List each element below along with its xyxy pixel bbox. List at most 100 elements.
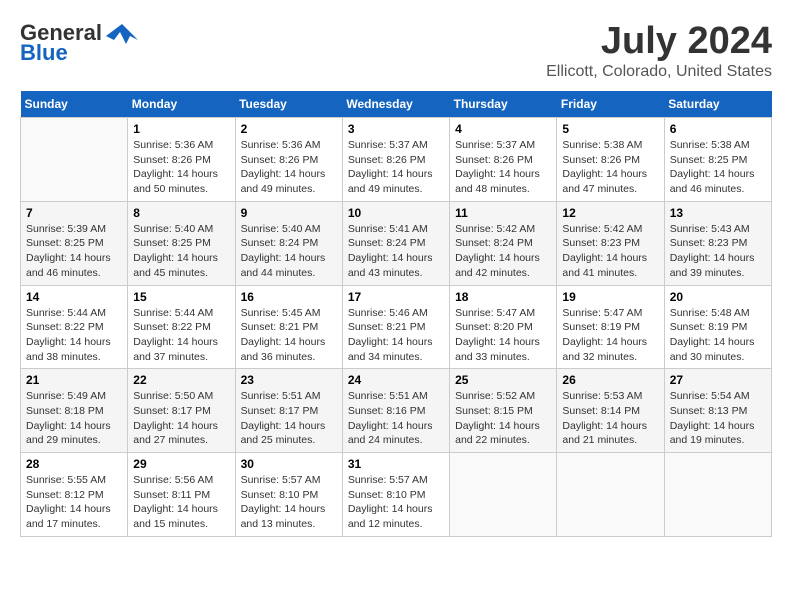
header-sunday: Sunday <box>21 91 128 118</box>
day-number: 8 <box>133 206 229 220</box>
day-number: 21 <box>26 373 122 387</box>
calendar-cell: 8 Sunrise: 5:40 AM Sunset: 8:25 PM Daylig… <box>128 201 235 285</box>
header-wednesday: Wednesday <box>342 91 449 118</box>
calendar-cell: 25Sunrise: 5:52 AM Sunset: 8:15 PM Dayli… <box>450 369 557 453</box>
day-number: 15 <box>133 290 229 304</box>
calendar-cell: 12 Sunrise: 5:42 AM Sunset: 8:23 PM Dayli… <box>557 201 664 285</box>
day-number: 6 <box>670 122 766 136</box>
calendar-cell: 15 Sunrise: 5:44 AM Sunset: 8:22 PM Dayli… <box>128 285 235 369</box>
day-info: Sunrise: 5:40 AM Sunset: 8:25 PM Dayligh… <box>133 222 229 281</box>
calendar-cell: 11 Sunrise: 5:42 AM Sunset: 8:24 PM Dayli… <box>450 201 557 285</box>
calendar-cell: 16Sunrise: 5:45 AM Sunset: 8:21 PM Dayli… <box>235 285 342 369</box>
calendar-cell: 24Sunrise: 5:51 AM Sunset: 8:16 PM Dayli… <box>342 369 449 453</box>
day-number: 10 <box>348 206 444 220</box>
day-number: 5 <box>562 122 658 136</box>
day-info: Sunrise: 5:36 AM Sunset: 8:26 PM Dayligh… <box>133 138 229 197</box>
day-number: 27 <box>670 373 766 387</box>
day-info: Sunrise: 5:54 AM Sunset: 8:13 PM Dayligh… <box>670 389 766 448</box>
day-info: Sunrise: 5:55 AM Sunset: 8:12 PM Dayligh… <box>26 473 122 532</box>
calendar-cell: 17 Sunrise: 5:46 AM Sunset: 8:21 PM Dayli… <box>342 285 449 369</box>
day-info: Sunrise: 5:38 AM Sunset: 8:25 PM Dayligh… <box>670 138 766 197</box>
calendar-cell: 6 Sunrise: 5:38 AM Sunset: 8:25 PM Daylig… <box>664 118 771 202</box>
day-info: Sunrise: 5:51 AM Sunset: 8:17 PM Dayligh… <box>241 389 337 448</box>
day-number: 13 <box>670 206 766 220</box>
day-info: Sunrise: 5:46 AM Sunset: 8:21 PM Dayligh… <box>348 306 444 365</box>
logo-text-blue: Blue <box>20 40 68 66</box>
day-number: 24 <box>348 373 444 387</box>
day-info: Sunrise: 5:44 AM Sunset: 8:22 PM Dayligh… <box>133 306 229 365</box>
day-number: 9 <box>241 206 337 220</box>
calendar-cell <box>664 453 771 537</box>
header-tuesday: Tuesday <box>235 91 342 118</box>
day-info: Sunrise: 5:57 AM Sunset: 8:10 PM Dayligh… <box>348 473 444 532</box>
calendar-week-row: 14Sunrise: 5:44 AM Sunset: 8:22 PM Dayli… <box>21 285 772 369</box>
calendar-cell: 21 Sunrise: 5:49 AM Sunset: 8:18 PM Dayli… <box>21 369 128 453</box>
calendar-week-row: 7 Sunrise: 5:39 AM Sunset: 8:25 PM Daylig… <box>21 201 772 285</box>
calendar-cell: 29Sunrise: 5:56 AM Sunset: 8:11 PM Dayli… <box>128 453 235 537</box>
calendar-cell: 1 Sunrise: 5:36 AM Sunset: 8:26 PM Daylig… <box>128 118 235 202</box>
calendar-cell: 26 Sunrise: 5:53 AM Sunset: 8:14 PM Dayli… <box>557 369 664 453</box>
day-number: 4 <box>455 122 551 136</box>
day-number: 19 <box>562 290 658 304</box>
calendar-cell: 13 Sunrise: 5:43 AM Sunset: 8:23 PM Dayli… <box>664 201 771 285</box>
day-number: 20 <box>670 290 766 304</box>
day-info: Sunrise: 5:37 AM Sunset: 8:26 PM Dayligh… <box>348 138 444 197</box>
calendar-header-row: Sunday Monday Tuesday Wednesday Thursday… <box>21 91 772 118</box>
day-info: Sunrise: 5:44 AM Sunset: 8:22 PM Dayligh… <box>26 306 122 365</box>
calendar-cell: 14Sunrise: 5:44 AM Sunset: 8:22 PM Dayli… <box>21 285 128 369</box>
calendar-week-row: 21 Sunrise: 5:49 AM Sunset: 8:18 PM Dayli… <box>21 369 772 453</box>
calendar-cell <box>21 118 128 202</box>
calendar-cell: 27 Sunrise: 5:54 AM Sunset: 8:13 PM Dayli… <box>664 369 771 453</box>
month-title: July 2024 <box>546 20 772 63</box>
calendar-table: Sunday Monday Tuesday Wednesday Thursday… <box>20 91 772 537</box>
page-header: General Blue July 2024 Ellicott, Colorad… <box>20 20 772 81</box>
logo: General Blue <box>20 20 138 66</box>
day-number: 11 <box>455 206 551 220</box>
calendar-cell: 4Sunrise: 5:37 AM Sunset: 8:26 PM Daylig… <box>450 118 557 202</box>
calendar-cell: 23 Sunrise: 5:51 AM Sunset: 8:17 PM Dayli… <box>235 369 342 453</box>
day-info: Sunrise: 5:48 AM Sunset: 8:19 PM Dayligh… <box>670 306 766 365</box>
day-number: 2 <box>241 122 337 136</box>
calendar-cell: 22 Sunrise: 5:50 AM Sunset: 8:17 PM Dayli… <box>128 369 235 453</box>
day-number: 3 <box>348 122 444 136</box>
day-number: 28 <box>26 457 122 471</box>
header-friday: Friday <box>557 91 664 118</box>
title-area: July 2024 Ellicott, Colorado, United Sta… <box>546 20 772 81</box>
day-info: Sunrise: 5:50 AM Sunset: 8:17 PM Dayligh… <box>133 389 229 448</box>
calendar-cell: 10 Sunrise: 5:41 AM Sunset: 8:24 PM Dayli… <box>342 201 449 285</box>
day-number: 23 <box>241 373 337 387</box>
header-thursday: Thursday <box>450 91 557 118</box>
day-number: 18 <box>455 290 551 304</box>
day-number: 1 <box>133 122 229 136</box>
day-info: Sunrise: 5:47 AM Sunset: 8:19 PM Dayligh… <box>562 306 658 365</box>
day-number: 22 <box>133 373 229 387</box>
day-number: 30 <box>241 457 337 471</box>
header-monday: Monday <box>128 91 235 118</box>
header-saturday: Saturday <box>664 91 771 118</box>
calendar-cell: 20 Sunrise: 5:48 AM Sunset: 8:19 PM Dayli… <box>664 285 771 369</box>
day-number: 26 <box>562 373 658 387</box>
day-info: Sunrise: 5:47 AM Sunset: 8:20 PM Dayligh… <box>455 306 551 365</box>
calendar-cell: 5Sunrise: 5:38 AM Sunset: 8:26 PM Daylig… <box>557 118 664 202</box>
day-info: Sunrise: 5:39 AM Sunset: 8:25 PM Dayligh… <box>26 222 122 281</box>
day-info: Sunrise: 5:43 AM Sunset: 8:23 PM Dayligh… <box>670 222 766 281</box>
day-number: 7 <box>26 206 122 220</box>
calendar-cell: 9 Sunrise: 5:40 AM Sunset: 8:24 PM Daylig… <box>235 201 342 285</box>
calendar-cell <box>450 453 557 537</box>
day-info: Sunrise: 5:41 AM Sunset: 8:24 PM Dayligh… <box>348 222 444 281</box>
day-info: Sunrise: 5:49 AM Sunset: 8:18 PM Dayligh… <box>26 389 122 448</box>
day-info: Sunrise: 5:40 AM Sunset: 8:24 PM Dayligh… <box>241 222 337 281</box>
calendar-week-row: 1 Sunrise: 5:36 AM Sunset: 8:26 PM Daylig… <box>21 118 772 202</box>
calendar-cell: 30Sunrise: 5:57 AM Sunset: 8:10 PM Dayli… <box>235 453 342 537</box>
calendar-cell: 3 Sunrise: 5:37 AM Sunset: 8:26 PM Daylig… <box>342 118 449 202</box>
day-number: 16 <box>241 290 337 304</box>
day-number: 17 <box>348 290 444 304</box>
day-number: 12 <box>562 206 658 220</box>
day-info: Sunrise: 5:53 AM Sunset: 8:14 PM Dayligh… <box>562 389 658 448</box>
location-title: Ellicott, Colorado, United States <box>546 63 772 81</box>
logo-bird-icon <box>106 22 138 44</box>
day-info: Sunrise: 5:42 AM Sunset: 8:24 PM Dayligh… <box>455 222 551 281</box>
calendar-cell: 7 Sunrise: 5:39 AM Sunset: 8:25 PM Daylig… <box>21 201 128 285</box>
day-info: Sunrise: 5:42 AM Sunset: 8:23 PM Dayligh… <box>562 222 658 281</box>
calendar-cell <box>557 453 664 537</box>
